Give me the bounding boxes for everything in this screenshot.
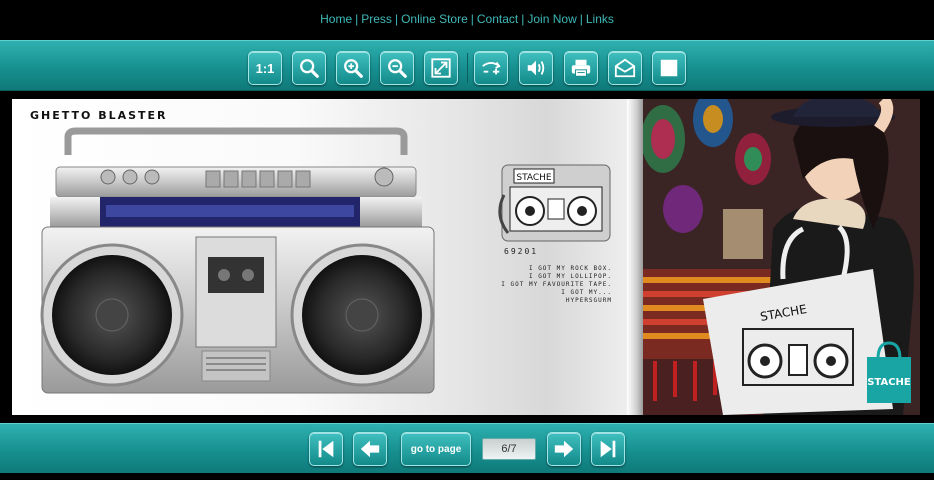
previous-page-button[interactable] — [353, 432, 387, 466]
sound-icon — [527, 60, 545, 76]
email-button[interactable] — [608, 51, 642, 85]
bottom-strip — [0, 473, 934, 480]
tagline-line: HYPERSGURM — [565, 297, 612, 304]
viewer-toolbar: 1:1 — [0, 40, 934, 91]
logo-text: STACHE — [867, 377, 911, 388]
flip-mode-button[interactable] — [474, 51, 508, 85]
product-tagline: I GOT MY ROCK BOX. I GOT MY LOLLIPOP. I … — [482, 265, 612, 305]
last-page-icon — [600, 440, 616, 458]
cooler-bag-image: STACHE — [498, 164, 611, 242]
book-spread[interactable]: GHETTO BLASTER STACHE 69201 I GOT MY ROC… — [12, 99, 920, 415]
zoom-in-icon — [344, 59, 363, 78]
nav-separator: | — [579, 12, 583, 26]
nav-link-join-now[interactable]: Join Now — [527, 12, 576, 26]
sound-button[interactable] — [519, 51, 553, 85]
magnifier-button[interactable] — [292, 51, 326, 85]
zoom-out-icon — [388, 59, 407, 78]
left-page[interactable]: GHETTO BLASTER STACHE 69201 I GOT MY ROC… — [12, 99, 642, 415]
previous-page-icon — [360, 440, 380, 458]
nav-separator: | — [470, 12, 474, 26]
tagline-line: I GOT MY LOLLIPOP. — [528, 273, 612, 280]
fullscreen-icon — [660, 59, 678, 77]
actual-size-icon: 1:1 — [255, 60, 275, 76]
nav-link-contact[interactable]: Contact — [477, 12, 518, 26]
nav-link-home[interactable]: Home — [320, 12, 352, 26]
magnifier-icon — [300, 59, 319, 78]
boombox-image — [40, 127, 435, 394]
fit-screen-icon — [431, 58, 451, 78]
tagline-line: I GOT MY ROCK BOX. — [528, 265, 612, 272]
stache-logo: STACHE — [867, 341, 911, 403]
top-navigation: Home | Press | Online Store | Contact | Join Now… — [0, 0, 934, 40]
flipbook-viewer: GHETTO BLASTER STACHE 69201 I GOT MY ROC… — [0, 91, 934, 423]
email-icon — [614, 58, 636, 78]
tagline-line: I GOT MY... — [561, 289, 612, 296]
page-number-field[interactable]: 6/7 — [482, 438, 536, 460]
print-button[interactable] — [564, 51, 598, 85]
nav-separator: | — [394, 12, 399, 26]
zoom-in-button[interactable] — [336, 51, 370, 85]
pager-bar: go to page 6/7 — [0, 423, 934, 473]
nav-link-press[interactable]: Press — [361, 12, 392, 26]
product-sku: 69201 — [504, 247, 539, 256]
nav-link-online-store[interactable]: Online Store — [401, 12, 468, 26]
zoom-out-button[interactable] — [380, 51, 414, 85]
print-icon — [571, 59, 591, 77]
next-page-icon — [554, 440, 574, 458]
fullscreen-button[interactable] — [652, 51, 686, 85]
actual-size-button[interactable]: 1:1 — [248, 51, 282, 85]
tagline-line: I GOT MY FAVOURITE TAPE. — [501, 281, 612, 288]
fit-screen-button[interactable] — [424, 51, 458, 85]
last-page-button[interactable] — [591, 432, 625, 466]
first-page-icon — [318, 440, 334, 458]
book-spine — [627, 99, 643, 415]
right-page[interactable]: STACHE STACHE — [643, 99, 920, 415]
page-title: GHETTO BLASTER — [30, 109, 168, 122]
nav-separator: | — [521, 12, 525, 26]
bag-logo-text: STACHE — [516, 173, 552, 183]
toolbar-divider — [467, 53, 468, 83]
next-page-button[interactable] — [547, 432, 581, 466]
nav-separator: | — [355, 12, 359, 26]
go-to-page-button[interactable]: go to page — [401, 432, 471, 466]
flip-mode-icon — [482, 61, 501, 75]
nav-link-links[interactable]: Links — [586, 12, 614, 26]
first-page-button[interactable] — [309, 432, 343, 466]
